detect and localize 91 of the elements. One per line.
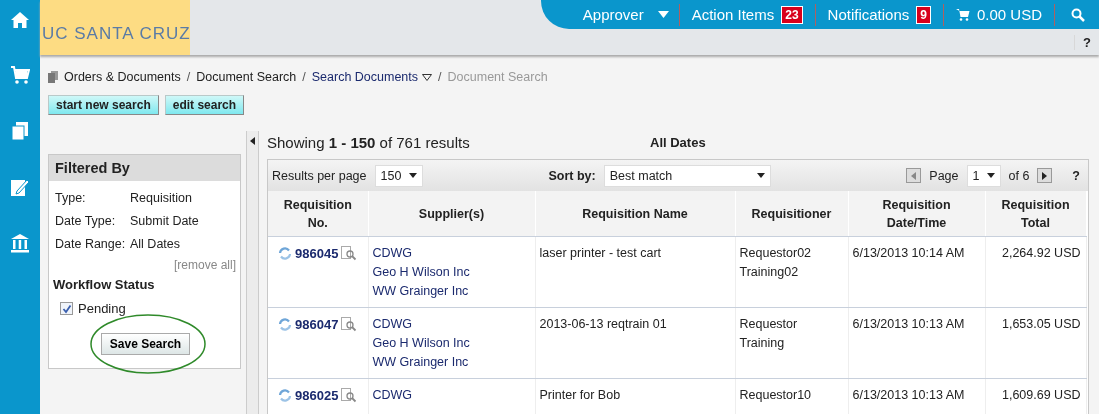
date-range-label: All Dates <box>650 134 706 150</box>
next-page-button[interactable] <box>1037 168 1053 183</box>
supplier-link[interactable]: CDWG <box>372 244 530 263</box>
checkbox[interactable] <box>60 302 73 315</box>
filter-label: Type: <box>55 190 87 207</box>
count-badge: 9 <box>916 5 931 24</box>
notifications-link[interactable]: Notifications 9 <box>815 3 944 26</box>
refresh-icon <box>278 247 292 260</box>
breadcrumb-link[interactable]: Orders & Documents <box>64 70 181 84</box>
requisition-date: 6/13/2013 10:13 AM <box>852 316 966 333</box>
supplier-link[interactable]: Geo H Wilson Inc <box>372 263 530 282</box>
column-header[interactable]: Requisition Date/Time <box>848 191 985 237</box>
sort-label: Sort by: <box>548 168 596 183</box>
magnifier-document-icon[interactable] <box>341 388 358 403</box>
checkbox-label: Pending <box>78 301 126 316</box>
page-total: of 6 <box>1008 168 1030 183</box>
column-header[interactable]: Supplier(s) <box>368 191 535 237</box>
previous-page-button[interactable] <box>906 168 922 183</box>
count-badge: 23 <box>781 5 803 24</box>
per-page-select[interactable]: 150 <box>374 164 423 187</box>
filter-value: All Dates <box>130 236 181 253</box>
requisitioner-name: Requestor10 <box>739 387 813 404</box>
column-header[interactable]: Requisitioner <box>735 191 848 237</box>
filter-label: Date Type: <box>55 213 117 230</box>
requisition-number-link[interactable]: 986045 <box>295 244 339 263</box>
help-link[interactable]: ? <box>1072 168 1080 183</box>
page-label: Page <box>929 168 959 183</box>
bank-icon[interactable] <box>10 233 30 253</box>
save-search-button[interactable]: Save Search <box>100 333 191 355</box>
cart-icon[interactable] <box>10 65 30 85</box>
supplier-link[interactable]: CDWG <box>372 315 530 334</box>
page-select[interactable]: 1 <box>966 164 1001 187</box>
supplier-link[interactable]: CDWG <box>372 386 530 405</box>
requisitioner-name: Requestor02 <box>739 245 813 262</box>
cart-icon <box>955 8 970 21</box>
filter-value: Submit Date <box>130 213 199 230</box>
requisition-name: 2013-06-13 reqtrain 01 <box>539 316 668 333</box>
breadcrumb-link[interactable]: Document Search <box>196 70 297 84</box>
search-icon[interactable] <box>1071 7 1085 22</box>
filter-value: Requisition <box>130 190 192 207</box>
breadcrumb-separator: / <box>438 70 442 84</box>
supplier-link[interactable]: WW Grainger Inc <box>372 282 530 301</box>
breadcrumb-separator: / <box>302 70 306 84</box>
requisition-total: 1,653.05 USD <box>1000 316 1081 333</box>
per-page-label: Results per page <box>272 168 367 183</box>
column-header[interactable]: Requisition No. <box>268 191 368 237</box>
refresh-icon <box>278 318 292 331</box>
home-icon[interactable] <box>10 11 30 29</box>
caret-icon <box>986 173 995 178</box>
column-header[interactable]: Requisition Total <box>985 191 1086 237</box>
action-items-link[interactable]: Action Items 23 <box>679 3 816 26</box>
caret-icon <box>657 11 669 18</box>
help-link[interactable]: ? <box>1074 34 1099 50</box>
requisition-total: 1,609.69 USD <box>1000 387 1081 404</box>
action-button[interactable]: start new search <box>48 95 159 115</box>
action-button[interactable]: edit search <box>164 95 245 115</box>
documents-icon[interactable] <box>11 121 29 141</box>
breadcrumb-separator: / <box>186 70 191 84</box>
requisitioner-name: Training <box>739 335 786 352</box>
filter-label: Date Range: <box>55 236 127 253</box>
caret-icon <box>422 73 433 81</box>
requisition-date: 6/13/2013 10:13 AM <box>852 387 966 404</box>
column-header[interactable]: Requisition Name <box>535 191 735 237</box>
requisitioner-name: Requestor <box>739 316 799 333</box>
collapse-handle[interactable] <box>246 131 259 414</box>
right-arrow-icon <box>1042 171 1048 180</box>
requisition-name: Printer for Bob <box>539 387 622 404</box>
caret-icon <box>756 173 765 178</box>
results-summary: Showing 1 - 150 of 761 results <box>267 133 471 151</box>
magnifier-document-icon[interactable] <box>341 317 358 332</box>
remove-all-link[interactable]: [remove all] <box>173 258 236 272</box>
breadcrumb-current: Document Search <box>447 70 548 84</box>
magnifier-document-icon[interactable] <box>341 246 358 261</box>
sort-select[interactable]: Best match <box>603 164 771 187</box>
requisition-name: laser printer - test cart <box>539 245 663 262</box>
left-arrow-icon <box>911 171 917 180</box>
collapse-arrow-icon <box>250 137 255 145</box>
documents-icon <box>48 71 58 83</box>
supplier-link[interactable]: WW Grainger Inc <box>372 353 530 372</box>
edit-document-icon[interactable] <box>10 177 30 197</box>
requisition-number-link[interactable]: 986047 <box>295 315 339 334</box>
requisition-date: 6/13/2013 10:14 AM <box>852 245 966 262</box>
panel-title: Filtered By <box>49 155 240 181</box>
section-title: Workflow Status <box>53 276 156 294</box>
supplier-link[interactable]: Geo H Wilson Inc <box>372 334 530 353</box>
caret-icon <box>408 173 417 178</box>
refresh-icon <box>278 389 292 402</box>
requisition-total: 2,264.92 USD <box>1000 245 1081 262</box>
breadcrumb-link[interactable]: Search Documents <box>311 70 433 84</box>
requisitioner-name: Training02 <box>739 264 800 281</box>
requisition-number-link[interactable]: 986025 <box>295 386 339 405</box>
